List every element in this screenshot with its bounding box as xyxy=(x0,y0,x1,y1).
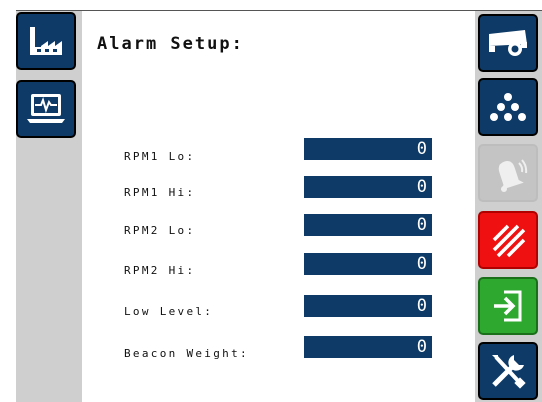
factory-icon xyxy=(26,23,66,59)
alarm-bell-button[interactable] xyxy=(478,144,538,202)
spreader-truck-icon xyxy=(485,26,531,60)
rpm2-hi-field[interactable]: 0 xyxy=(304,253,432,275)
enter-arrow-icon xyxy=(488,286,528,326)
rpm2-lo-field[interactable]: 0 xyxy=(304,214,432,236)
low-level-field[interactable]: 0 xyxy=(304,295,432,317)
diagnostics-button[interactable] xyxy=(16,80,76,138)
rpm2-hi-label: RPM2 Hi: xyxy=(124,264,196,277)
tools-button[interactable] xyxy=(478,342,538,400)
low-level-label: Low Level: xyxy=(124,305,214,318)
beacon-weight-label: Beacon Weight: xyxy=(124,347,249,360)
top-border xyxy=(82,10,475,11)
seed-pile-icon xyxy=(488,89,528,125)
rpm1-hi-label: RPM1 Hi: xyxy=(124,186,196,199)
cancel-hatch-icon xyxy=(488,220,528,260)
monitor-diagnostics-icon xyxy=(24,89,68,129)
rpm1-lo-field[interactable]: 0 xyxy=(304,138,432,160)
cancel-button[interactable] xyxy=(478,211,538,269)
page-title: Alarm Setup: xyxy=(97,34,244,54)
beacon-weight-field[interactable]: 0 xyxy=(304,336,432,358)
spreader-truck-button[interactable] xyxy=(478,14,538,72)
rpm2-lo-label: RPM2 Lo: xyxy=(124,224,196,237)
alarm-bell-icon xyxy=(488,153,528,193)
factory-button[interactable] xyxy=(16,12,76,70)
enter-button[interactable] xyxy=(478,277,538,335)
rpm1-lo-label: RPM1 Lo: xyxy=(124,150,196,163)
tools-icon xyxy=(486,349,530,393)
rpm1-hi-field[interactable]: 0 xyxy=(304,176,432,198)
seed-pile-button[interactable] xyxy=(478,78,538,136)
